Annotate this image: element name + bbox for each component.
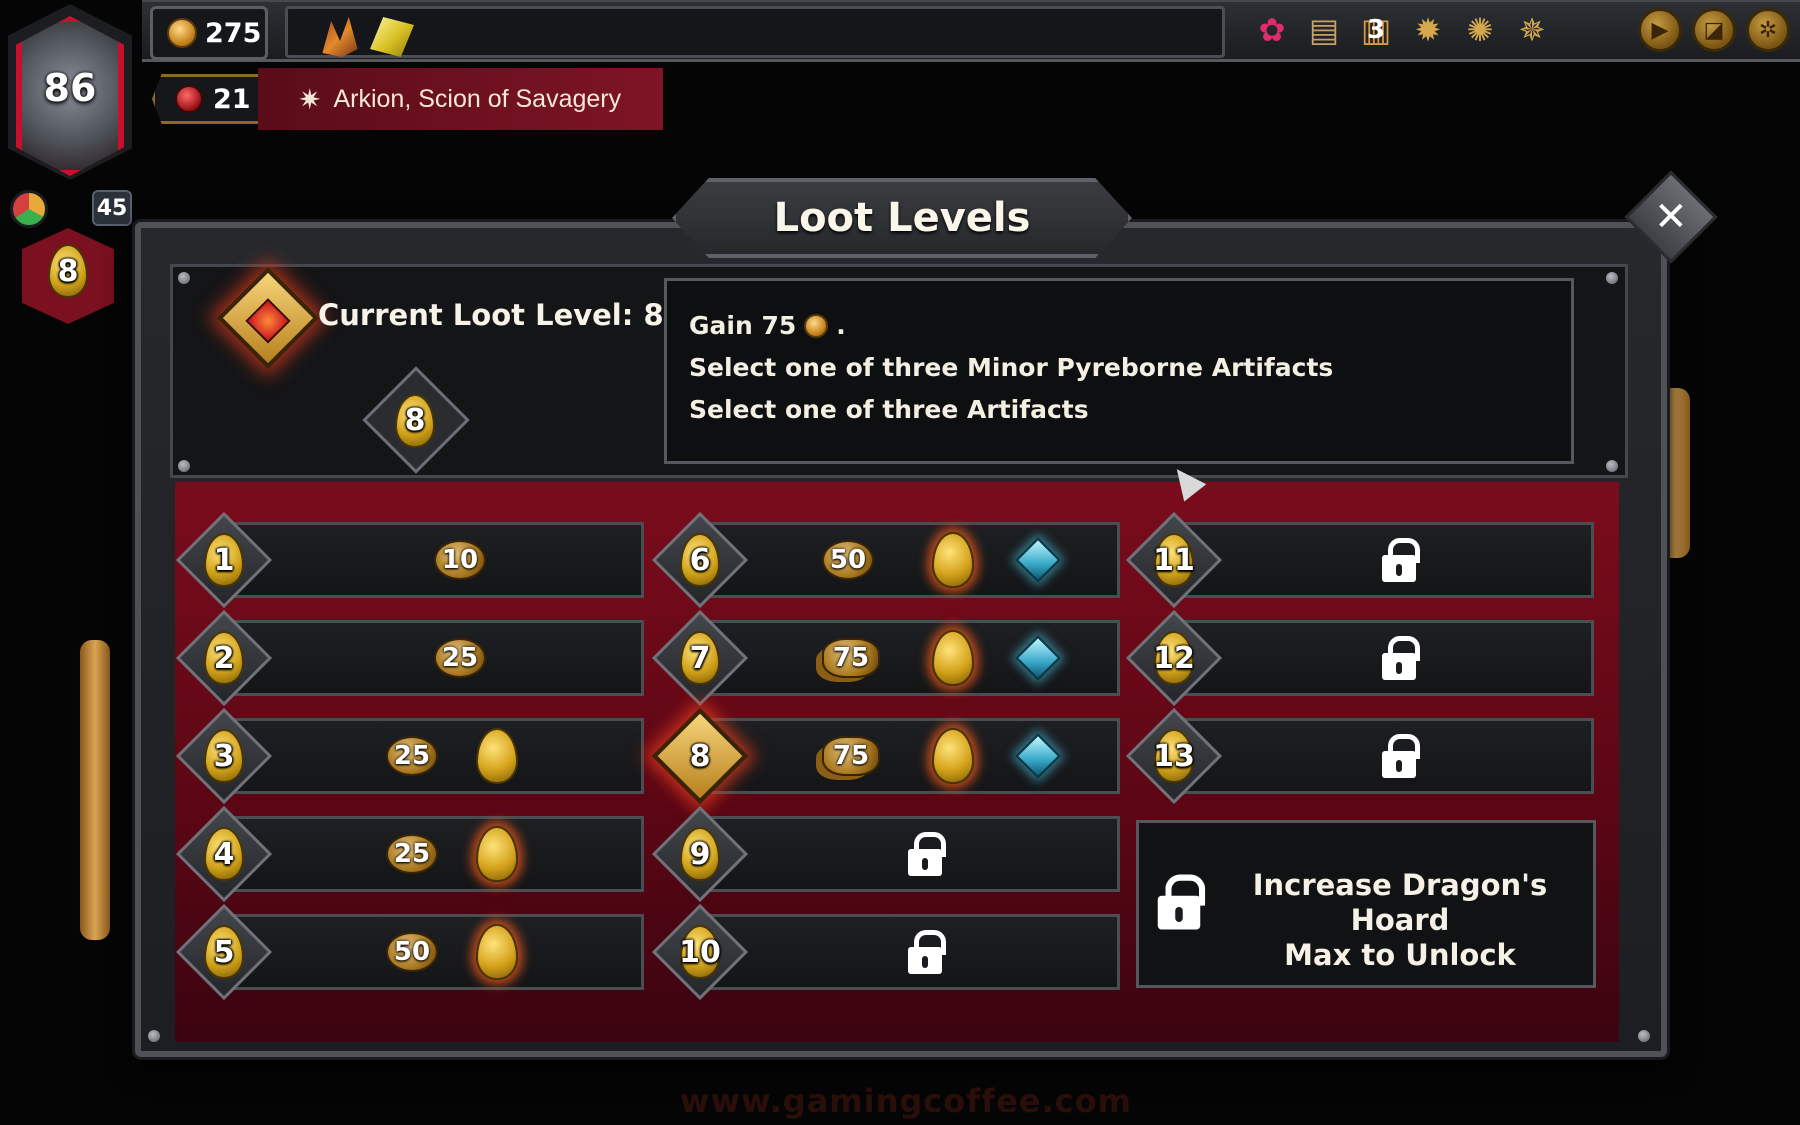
rivet: [1606, 460, 1618, 472]
rivet: [1638, 1030, 1650, 1042]
level-number: 8: [689, 738, 711, 774]
lock-icon: [1382, 538, 1420, 582]
gate-count: 3: [1366, 15, 1386, 45]
hoard-egg-icon: 8: [44, 240, 92, 302]
loot-level-row-9[interactable]: [690, 816, 1120, 892]
gate-icon[interactable]: ▥ 3: [1354, 6, 1398, 54]
unlock-hint: Increase Dragon's Hoard Max to Unlock: [1210, 868, 1590, 973]
boss-name: Arkion, Scion of Savagery: [333, 84, 622, 113]
health-gem-icon: [175, 85, 203, 113]
crystal-relic-icon[interactable]: [370, 17, 414, 57]
hoard-level: 8: [57, 253, 79, 289]
gold-reward-coin: 50: [822, 540, 874, 580]
level-number: 7: [689, 640, 711, 676]
gold-reward-coin: 25: [434, 638, 486, 678]
brass-pipe-decoration: [80, 640, 110, 940]
level-number: 13: [1153, 738, 1195, 774]
level-number: 6: [689, 542, 711, 578]
reward-gold-text: Gain 75: [689, 311, 797, 340]
coin-icon: [167, 18, 197, 48]
lock-icon: [908, 832, 946, 876]
gold-reward-coin: 25: [386, 736, 438, 776]
level-number: 1: [213, 542, 235, 578]
level-number: 4: [213, 836, 235, 872]
codex-book-icon[interactable]: ▤: [1302, 6, 1346, 54]
reward-description-box: Gain 75 . Select one of three Minor Pyre…: [664, 278, 1574, 464]
rivet: [1606, 272, 1618, 284]
hud-icon-group: ✿ ▤ ▥ 3 ✹ ✺ ✵: [1250, 6, 1554, 54]
close-icon: ✕: [1654, 193, 1688, 240]
sub-value-badge: 45: [92, 190, 132, 226]
current-level-number: 8: [404, 402, 426, 438]
rivet: [148, 1030, 160, 1042]
relic-tray: [285, 6, 1225, 58]
health-value: 21: [213, 83, 251, 115]
level-number: 2: [213, 640, 235, 676]
gold-amount: 275: [205, 17, 262, 49]
level-number: 9: [689, 836, 711, 872]
gear-icon[interactable]: ✲: [1746, 8, 1790, 52]
loot-level-row-1[interactable]: [214, 522, 644, 598]
loot-level-row-12[interactable]: [1164, 620, 1594, 696]
gold-reward-coin: 25: [386, 834, 438, 874]
round-button-group: ▶ ◪ ✲: [1638, 8, 1790, 52]
play-icon[interactable]: ▶: [1638, 8, 1682, 52]
rivet: [178, 272, 190, 284]
modal-title-plate: Loot Levels: [672, 178, 1132, 258]
lock-icon: [1382, 734, 1420, 778]
blade-crest-icon[interactable]: ✵: [1510, 6, 1554, 54]
lock-icon: [908, 930, 946, 974]
loot-level-row-13[interactable]: [1164, 718, 1594, 794]
lock-icon: [1157, 874, 1206, 930]
reward-line-gold: Gain 75 .: [689, 305, 1549, 347]
gold-reward-coin: 75: [822, 638, 880, 678]
current-loot-label: Current Loot Level: 8: [318, 298, 664, 332]
skull-icon: ✷: [298, 83, 322, 115]
gold-reward-coin: 75: [822, 736, 880, 776]
orb-icon[interactable]: [10, 190, 48, 228]
claw-relic-icon[interactable]: [322, 17, 358, 57]
reward-line-artifacts: Select one of three Artifacts: [689, 395, 1089, 424]
player-level: 86: [43, 66, 97, 110]
watermark: www.gamingcoffee.com: [680, 1082, 1132, 1120]
unlock-hint-line1: Increase Dragon's Hoard: [1252, 868, 1548, 937]
reward-gold-suffix: .: [836, 311, 846, 340]
sun-crest-icon[interactable]: ✹: [1406, 6, 1450, 54]
level-number: 11: [1153, 542, 1195, 578]
level-number: 12: [1153, 640, 1195, 676]
level-number: 5: [213, 934, 235, 970]
level-number: 10: [679, 934, 721, 970]
bloom-icon[interactable]: ✿: [1250, 6, 1294, 54]
loot-level-row-11[interactable]: [1164, 522, 1594, 598]
unlock-hint-line2: Max to Unlock: [1284, 938, 1516, 972]
health-box: 21: [152, 74, 272, 124]
gold-reward-coin: 10: [434, 540, 486, 580]
map-icon[interactable]: ◪: [1692, 8, 1736, 52]
level-number: 3: [213, 738, 235, 774]
gold-counter: 275: [150, 6, 268, 60]
lock-icon: [1382, 636, 1420, 680]
loot-level-row-10[interactable]: [690, 914, 1120, 990]
coin-icon: [804, 314, 829, 338]
modal-title: Loot Levels: [773, 195, 1031, 241]
loot-level-row-2[interactable]: [214, 620, 644, 696]
boss-banner: ✷ Arkion, Scion of Savagery: [258, 68, 663, 130]
gold-reward-coin: 50: [386, 932, 438, 972]
reward-line-minor-artifacts: Select one of three Minor Pyreborne Arti…: [689, 353, 1334, 382]
rivet: [178, 460, 190, 472]
medal-crest-icon[interactable]: ✺: [1458, 6, 1502, 54]
